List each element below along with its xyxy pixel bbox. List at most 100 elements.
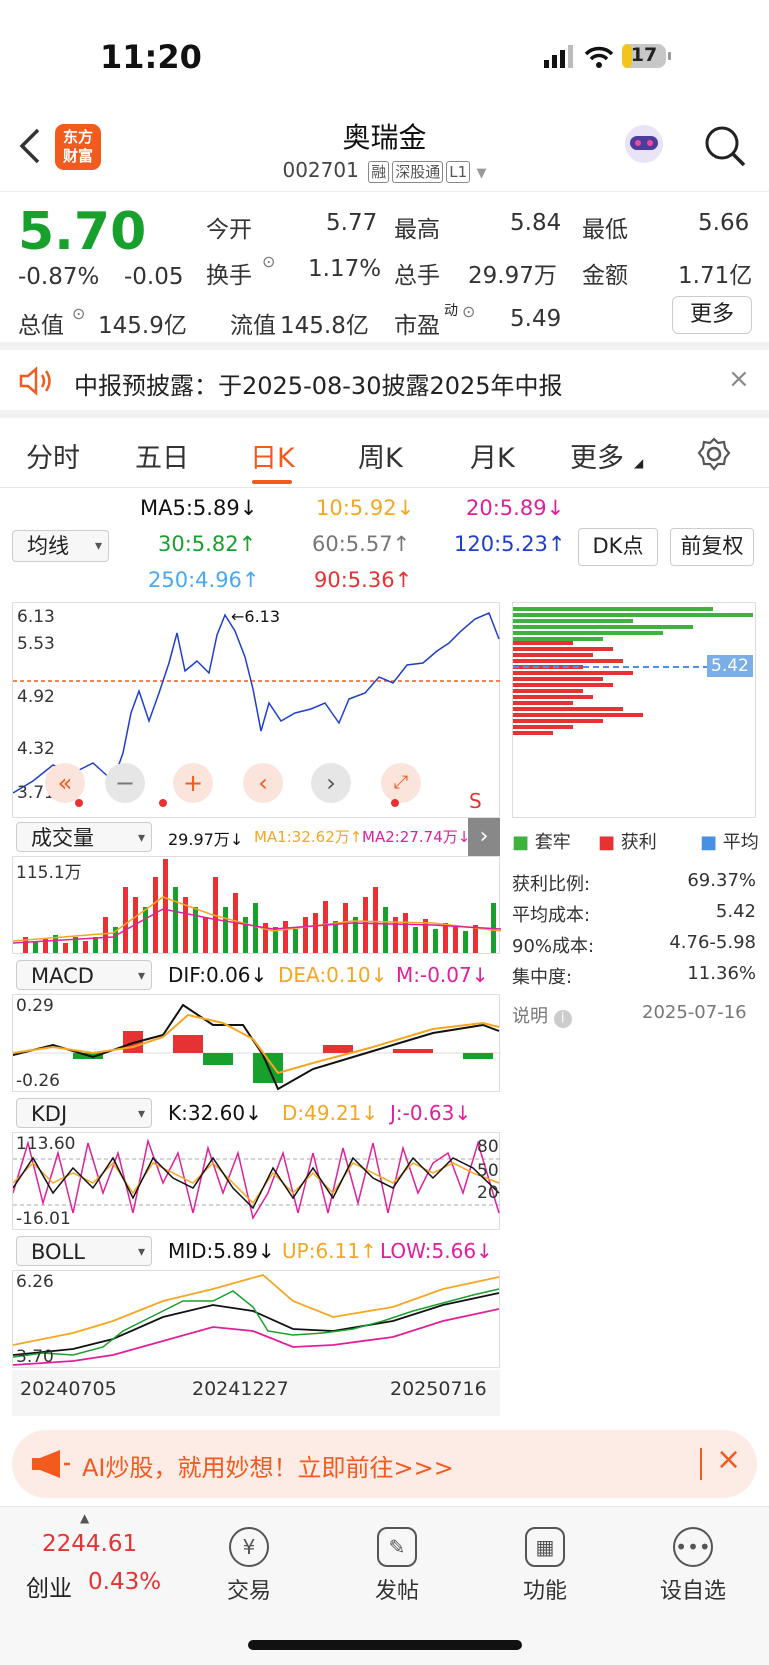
status-bar: 11:20 17 [0, 0, 769, 110]
legend-profit: ■ 获利 [598, 832, 657, 853]
kline-y-4: 4.32 [17, 739, 55, 759]
home-indicator [248, 1640, 522, 1650]
search-icon[interactable] [703, 124, 747, 168]
notice-bar[interactable]: 中报预披露：于2025-08-30披露2025年中报 × [0, 350, 769, 418]
cost-distribution-chart[interactable]: 5.42 [512, 602, 756, 818]
volume-y-top: 115.1万 [16, 863, 82, 883]
signal-dot [159, 799, 167, 807]
change-amount: -0.05 [124, 264, 184, 290]
cost-date: 2025-07-16 [642, 1002, 747, 1023]
scroll-right-icon[interactable]: › [311, 763, 351, 803]
nav-add-watchlist[interactable]: ••• 设自选 [648, 1527, 738, 1605]
dk-point-button[interactable]: DK点 [578, 528, 658, 566]
cost-note[interactable]: 说明 i [512, 1002, 572, 1028]
tab-five-day[interactable]: 五日 [135, 436, 189, 475]
kdj-y-bottom: -16.01 [16, 1209, 71, 1229]
volume-value: 29.97万 [468, 263, 557, 289]
robot-assistant-icon[interactable] [620, 118, 668, 172]
pe-dynamic-mark: 动 [444, 303, 458, 319]
index-change[interactable]: 0.43% [88, 1569, 161, 1595]
nav-post[interactable]: ✎ 发帖 [352, 1527, 442, 1605]
nav-trade[interactable]: ¥ 交易 [204, 1527, 294, 1605]
scroll-left-icon[interactable]: ‹ [243, 763, 283, 803]
info-icon[interactable]: ⊙ [72, 304, 85, 323]
kdj-ref-50: 50 [477, 1161, 499, 1181]
kdj-ref-20: 20 [477, 1183, 499, 1203]
sell-signal: S [469, 789, 482, 813]
kdj-ref-80: 80 [477, 1137, 499, 1157]
kline-y-3: 4.92 [17, 687, 55, 707]
date-end: 20250716 [390, 1378, 487, 1400]
chevron-up-icon: ▲ [80, 1511, 90, 1525]
zoom-in-icon[interactable]: + [173, 763, 213, 803]
volume-indicator-selector[interactable]: 成交量 [16, 822, 152, 853]
zoom-out-icon[interactable]: − [105, 763, 145, 803]
gear-icon[interactable] [696, 436, 732, 472]
legend-average: ■ 平均 [700, 832, 759, 853]
stat-profit-ratio: 获利比例: 69.37% [512, 870, 756, 895]
chevron-down-icon: ▼ [476, 166, 487, 181]
ma120-value: 120:5.23↑ [454, 532, 566, 556]
macd-indicator-selector[interactable]: MACD [16, 960, 152, 991]
divider [700, 1448, 702, 1480]
scroll-left-fast-icon[interactable]: « [45, 763, 85, 803]
macd-plot [12, 1003, 501, 1091]
tab-more[interactable]: 更多 [570, 436, 624, 475]
expand-arrow-icon[interactable]: › [468, 818, 500, 856]
boll-low: LOW:5.66↓ [380, 1239, 493, 1263]
macd-dif: DIF:0.06↓ [168, 963, 268, 987]
ma-selector[interactable]: 均线 [12, 530, 109, 562]
notice-text: 中报预披露：于2025-08-30披露2025年中报 [74, 372, 563, 400]
high-value: 5.84 [510, 210, 562, 236]
index-name[interactable]: 创业 [26, 1569, 72, 1603]
close-icon[interactable]: × [716, 1442, 741, 1477]
volume-ma2: MA2:27.74万↓ [362, 828, 471, 846]
signal-dot [391, 799, 399, 807]
macd-y-top: 0.29 [16, 996, 54, 1016]
kline-chart[interactable]: ←6.13 6.13 5.53 4.92 4.32 3.71 « − + ‹ ›… [12, 602, 501, 818]
status-time: 11:20 [100, 38, 202, 76]
tab-weekly-k[interactable]: 周K [358, 436, 403, 475]
kdj-k: K:32.60↓ [168, 1101, 262, 1125]
tab-daily-k[interactable]: 日K [250, 436, 295, 475]
stock-code: 002701 [282, 158, 359, 182]
ma60-value: 60:5.57↑ [312, 532, 411, 556]
info-icon[interactable]: ⊙ [462, 302, 475, 321]
tab-monthly-k[interactable]: 月K [470, 436, 515, 475]
info-icon[interactable]: ⊙ [262, 252, 275, 271]
ma30-value: 30:5.82↑ [158, 532, 257, 556]
max-price-marker: ←6.13 [231, 607, 280, 626]
date-axis: 20240705 20241227 20250716 [12, 1370, 500, 1416]
boll-plot [12, 1274, 500, 1366]
adjust-button[interactable]: 前复权 [670, 528, 754, 566]
macd-m: M:-0.07↓ [396, 963, 489, 987]
close-icon[interactable]: × [728, 364, 750, 394]
more-dots-icon: ••• [673, 1527, 713, 1567]
kdj-plot [12, 1138, 501, 1220]
amount-label: 金额 [582, 263, 628, 289]
legend-trapped: ■ 套牢 [512, 832, 571, 853]
nav-functions[interactable]: ▦ 功能 [500, 1527, 590, 1605]
ai-promo-banner[interactable]: AI炒股，就用妙想！立即前往>>> × [12, 1430, 757, 1498]
volume-value: 29.97万↓ [168, 830, 244, 849]
more-quote-button[interactable]: 更多 [672, 296, 752, 334]
cost-bars [513, 607, 753, 735]
ma250-value: 250:4.96↑ [148, 568, 260, 592]
fullscreen-icon[interactable]: ⤢ [381, 763, 421, 803]
kdj-d: D:49.21↓ [282, 1101, 379, 1125]
tab-intraday[interactable]: 分时 [26, 436, 80, 475]
boll-indicator-selector[interactable]: BOLL [16, 1236, 152, 1267]
megaphone-icon [32, 1450, 70, 1478]
float-label: 流值 [230, 313, 276, 339]
avg-cost-badge: 5.42 [707, 655, 753, 677]
stat-concentration: 集中度: 11.36% [512, 963, 756, 988]
stat-average-cost: 平均成本: 5.42 [512, 901, 756, 926]
level-tag: L1 [446, 161, 471, 183]
amount-value: 1.71亿 [678, 263, 753, 289]
ma90-value: 90:5.36↑ [314, 568, 413, 592]
kdj-indicator-selector[interactable]: KDJ [16, 1098, 152, 1129]
index-value[interactable]: 2244.61 [42, 1531, 137, 1557]
pe-value: 5.49 [510, 306, 562, 332]
turnover-value: 1.17% [308, 256, 382, 282]
low-label: 最低 [582, 217, 628, 243]
